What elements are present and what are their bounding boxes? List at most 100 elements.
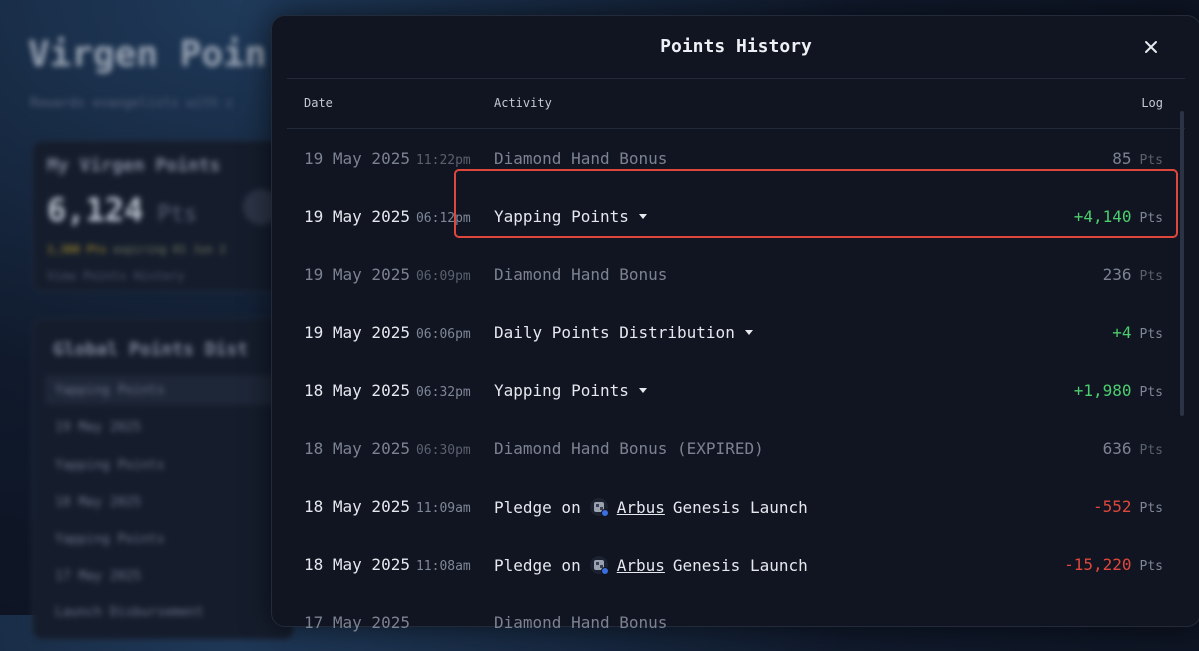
points-history-modal: Points History Date Activity Log 19 May … <box>271 15 1199 632</box>
column-header-date: Date <box>304 96 333 110</box>
points-unit: Pts <box>1139 153 1163 168</box>
row-log: 85 Pts <box>1112 149 1163 168</box>
activity-suffix: Genesis Launch <box>672 497 808 517</box>
close-button[interactable] <box>1138 34 1164 60</box>
list-item[interactable]: Yapping Points <box>55 383 165 398</box>
list-item: 17 May 2025 <box>55 569 142 584</box>
row-activity: Diamond Hand Bonus <box>494 265 667 284</box>
row-activity: Diamond Hand Bonus <box>494 613 667 632</box>
table-header: Date Activity Log <box>272 96 1199 116</box>
my-points-card: My Virgen Points 6,124 Pts 1,380 Pts expi… <box>32 140 294 292</box>
history-list: 19 May 2025 11:22pm Diamond Hand Bonus 85 Pt… <box>272 129 1199 651</box>
row-activity[interactable]: Yapping Points <box>494 207 647 226</box>
list-item[interactable]: Yapping Points <box>55 458 165 473</box>
scrollbar[interactable] <box>1180 111 1184 416</box>
points-change: 236 <box>1102 265 1132 284</box>
row-date-text: 18 May 2025 <box>304 555 410 574</box>
table-row[interactable]: 18 May 2025 06:32pm Yapping Points +1,980 Pt… <box>272 361 1199 419</box>
row-time: 06:12pm <box>415 211 471 226</box>
view-history-link[interactable]: View Points History <box>47 269 184 283</box>
chevron-down-icon[interactable] <box>744 330 753 335</box>
row-activity[interactable]: Daily Points Distribution <box>494 323 753 342</box>
arbus-token-icon <box>589 497 609 517</box>
column-header-activity: Activity <box>494 96 552 110</box>
points-unit: Pts <box>1139 501 1163 516</box>
row-log: +4 Pts <box>1112 323 1163 342</box>
activity-label: Yapping Points <box>494 381 629 400</box>
points-card-title: My Virgen Points <box>47 155 221 176</box>
row-activity: Pledge on Arbus Genesis Launch <box>494 497 808 517</box>
activity-label: Diamond Hand Bonus <box>494 613 668 632</box>
page-subtitle: Rewards evangelists with c <box>30 96 234 111</box>
row-date: 18 May 2025 06:30pm <box>304 439 471 458</box>
points-change: 636 <box>1102 439 1132 458</box>
list-item[interactable]: Yapping Points <box>55 532 165 547</box>
row-date: 18 May 2025 06:32pm <box>304 381 471 400</box>
table-row[interactable]: 18 May 2025 06:30pm Diamond Hand Bonus (EX… <box>272 419 1199 477</box>
points-unit: Pts <box>1139 443 1163 458</box>
row-time: 11:22pm <box>415 153 471 168</box>
row-log: -552 Pts <box>1093 497 1163 516</box>
row-log: -15,220 Pts <box>1064 555 1163 574</box>
row-log: 236 Pts <box>1103 265 1163 284</box>
chevron-down-icon[interactable] <box>638 388 647 393</box>
row-time: 06:32pm <box>415 385 471 400</box>
close-icon <box>1145 41 1157 53</box>
row-date-text: 18 May 2025 <box>304 497 410 516</box>
points-unit: Pts <box>1139 269 1163 284</box>
table-row[interactable]: 17 May 2025 Diamond Hand Bonus <box>272 593 1199 651</box>
activity-label: Diamond Hand Bonus (EXPIRED) <box>494 439 764 458</box>
arbus-token-icon <box>589 555 609 575</box>
points-change: -15,220 <box>1064 555 1132 574</box>
table-row[interactable]: 19 May 2025 06:06pm Daily Points Distribut… <box>272 303 1199 361</box>
row-date: 19 May 2025 06:09pm <box>304 265 471 284</box>
table-row[interactable]: 19 May 2025 11:22pm Diamond Hand Bonus 85 Pt… <box>272 129 1199 187</box>
points-expiry: 1,380 Pts expiring 01 Jun 2 <box>47 243 226 256</box>
row-date-text: 19 May 2025 <box>304 265 410 284</box>
divider <box>287 78 1185 79</box>
distribution-title: Global Points Dist <box>53 339 249 360</box>
table-row[interactable]: 18 May 2025 11:09am Pledge on Arbus Genesis … <box>272 477 1199 535</box>
global-distribution-card: Global Points Dist Yapping Points 19 May… <box>32 318 295 640</box>
row-date: 18 May 2025 11:09am <box>304 497 471 516</box>
table-row[interactable]: 19 May 2025 06:09pm Diamond Hand Bonus 236 P… <box>272 245 1199 303</box>
activity-suffix: Genesis Launch <box>672 555 808 575</box>
points-unit: Pts <box>1139 327 1163 342</box>
list-item[interactable]: Launch Disbursement <box>55 605 204 620</box>
row-activity: Diamond Hand Bonus <box>494 149 667 168</box>
row-date-text: 18 May 2025 <box>304 381 410 400</box>
project-link[interactable]: Arbus <box>617 556 665 575</box>
row-date: 19 May 2025 11:22pm <box>304 149 471 168</box>
points-change: -552 <box>1092 497 1132 516</box>
points-change: 85 <box>1112 149 1132 168</box>
activity-label: Yapping Points <box>494 207 629 226</box>
row-log: +1,980 Pts <box>1074 381 1163 400</box>
points-change: +1,980 <box>1073 381 1132 400</box>
table-row[interactable]: 19 May 2025 06:12pm Yapping Points +4,140 Pt… <box>272 187 1199 245</box>
list-item: 19 May 2025 <box>55 420 142 435</box>
row-time: 06:09pm <box>415 269 471 284</box>
points-unit: Pts <box>1139 559 1163 574</box>
row-time: 11:08am <box>415 559 471 574</box>
row-log <box>1155 613 1163 632</box>
row-date: 18 May 2025 11:08am <box>304 555 471 574</box>
activity-label: Daily Points Distribution <box>494 323 735 342</box>
row-activity[interactable]: Yapping Points <box>494 381 647 400</box>
row-time: 06:06pm <box>415 327 471 342</box>
points-unit: Pts <box>1139 385 1163 400</box>
row-date-text: 19 May 2025 <box>304 207 410 226</box>
activity-label: Diamond Hand Bonus <box>494 265 668 284</box>
points-change: +4,140 <box>1073 207 1132 226</box>
row-activity: Diamond Hand Bonus (EXPIRED) <box>494 439 764 458</box>
project-link[interactable]: Arbus <box>617 498 665 517</box>
table-row[interactable]: 18 May 2025 11:08am Pledge on Arbus Genesis … <box>272 535 1199 593</box>
row-log: 636 Pts <box>1103 439 1163 458</box>
chevron-down-icon[interactable] <box>638 214 647 219</box>
points-unit: Pts <box>1139 211 1163 226</box>
points-change: +4 <box>1112 323 1132 342</box>
row-time: 06:30pm <box>415 443 471 458</box>
activity-label: Diamond Hand Bonus <box>494 149 668 168</box>
activity-prefix: Pledge on <box>494 555 581 575</box>
list-item: 18 May 2025 <box>55 495 142 510</box>
row-date: 19 May 2025 06:06pm <box>304 323 471 342</box>
